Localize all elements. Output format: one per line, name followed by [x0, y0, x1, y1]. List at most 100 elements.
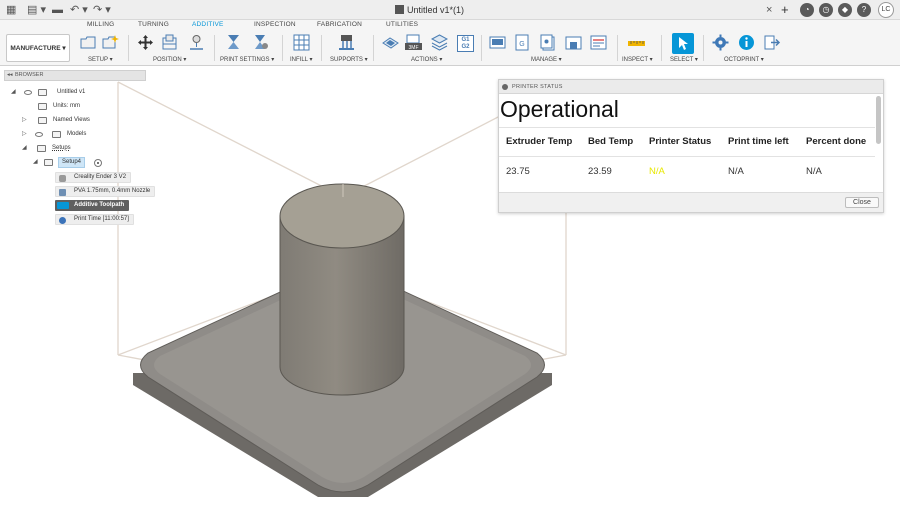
toolpath-label: Additive Toolpath [74, 202, 125, 208]
machine-settings-icon[interactable] [252, 34, 269, 51]
collapse-arrow-icon[interactable]: ◢ [22, 143, 27, 153]
cylinder-top [279, 183, 405, 249]
tab-milling[interactable]: MILLING [87, 20, 114, 30]
document-title: Untitled v1*(1) [407, 5, 465, 15]
cube-icon [395, 5, 404, 14]
print-settings-icon[interactable] [225, 34, 242, 51]
radio-dot [97, 162, 99, 164]
notifications-icon[interactable]: ◆ [838, 3, 852, 17]
expand-arrow-icon[interactable]: ▷ [22, 115, 27, 125]
history-icon[interactable]: ◷ [819, 3, 833, 17]
fusion-app: ▦ ▤ ▾ ▬ ↶ ▾ ↷ ▾ Untitled v1*(1) × + ◔ ◷ … [0, 0, 900, 506]
inspect-group-label[interactable]: INSPECT ▾ [622, 57, 653, 64]
redo-icon[interactable]: ↷ ▾ [93, 3, 111, 17]
tab-turning[interactable]: TURNING [138, 20, 169, 30]
column-header: Extruder Temp [506, 136, 573, 147]
tab-fabrication[interactable]: FABRICATION [317, 20, 362, 30]
collapse-dot-icon[interactable] [502, 84, 508, 90]
tab-utilities[interactable]: UTILITIES [386, 20, 418, 30]
infill-group-label[interactable]: INFILL ▾ [290, 57, 312, 64]
group-divider [282, 35, 283, 61]
tab-inspection[interactable]: INSPECTION [254, 20, 296, 30]
select-button[interactable] [672, 33, 694, 54]
tree-setups[interactable]: Setups [52, 143, 71, 153]
machine-label: Creality Ender 3 V2 [74, 174, 127, 180]
simulate-icon[interactable] [431, 34, 448, 51]
machine-library-icon[interactable] [489, 34, 506, 51]
avatar[interactable]: LC [878, 2, 894, 18]
collapse-arrow-icon[interactable]: ◢ [33, 157, 38, 167]
tree-print-time[interactable]: Print Time [11:00:57] [55, 214, 134, 225]
print-setting-library-icon[interactable] [540, 34, 557, 51]
export-3mf-icon[interactable]: 3MF [405, 34, 422, 51]
collapse-arrow-icon[interactable]: ◢ [11, 87, 16, 97]
gear-icon[interactable] [712, 34, 729, 51]
document-settings-icon [38, 103, 47, 110]
tree-print-setting[interactable]: PVA 1.75mm, 0.4mm Nozzle [55, 186, 156, 197]
clock-icon [59, 216, 66, 224]
open-folder-icon[interactable] [80, 34, 97, 51]
close-tab-icon[interactable]: × [766, 3, 772, 17]
tree-models[interactable]: Models [67, 129, 86, 139]
place-on-platform-icon[interactable] [188, 34, 205, 51]
print-setting-label: PVA 1.75mm, 0.4mm Nozzle [74, 188, 151, 194]
template-library-icon[interactable] [565, 34, 582, 51]
tree-named-views[interactable]: Named Views [53, 115, 90, 125]
generate-icon[interactable] [382, 34, 399, 51]
data-panel-icon[interactable]: ◔ [800, 3, 814, 17]
setup-icon [44, 159, 53, 166]
group-divider [128, 35, 129, 61]
bed-temp-value: 23.59 [588, 166, 612, 177]
undo-icon[interactable]: ↶ ▾ [70, 3, 88, 17]
activate-radio-icon[interactable] [94, 159, 102, 167]
supports-icon[interactable] [338, 34, 355, 51]
measure-icon[interactable] [628, 34, 645, 51]
eye-icon[interactable] [35, 132, 43, 137]
group-divider [321, 35, 322, 61]
post-process-icon[interactable]: G1 G2 [457, 35, 474, 52]
arrange-icon[interactable] [161, 34, 178, 51]
select-group-label[interactable]: SELECT ▾ [670, 57, 698, 64]
post-library-icon[interactable]: G [514, 34, 531, 51]
printer-status-header[interactable]: PRINTER STATUS [499, 80, 883, 94]
tree-machine[interactable]: Creality Ender 3 V2 [55, 172, 132, 183]
scrollbar[interactable] [876, 96, 881, 144]
workspace-switcher[interactable]: MANUFACTURE ▾ [6, 34, 70, 62]
svg-text:G: G [519, 41, 524, 48]
group-divider [481, 35, 482, 61]
app-grid-icon[interactable]: ▦ [6, 3, 16, 17]
move-icon[interactable] [137, 34, 154, 51]
tree-setup4[interactable]: Setup4 [58, 157, 86, 168]
folder-icon [52, 131, 61, 138]
component-icon [38, 89, 47, 96]
tree-units[interactable]: Units: mm [53, 101, 80, 111]
cursor-icon [679, 37, 688, 50]
close-button[interactable]: Close [845, 197, 879, 208]
new-tab-icon[interactable]: + [781, 3, 789, 17]
supports-group-label[interactable]: SUPPORTS ▾ [330, 57, 368, 64]
setup-group-label[interactable]: SETUP ▾ [88, 57, 113, 64]
manage-group-label[interactable]: MANAGE ▾ [531, 57, 562, 64]
info-icon[interactable] [738, 34, 755, 51]
save-icon[interactable]: ▬ [52, 3, 63, 17]
infill-icon[interactable] [293, 34, 310, 51]
tree-toolpath[interactable]: Additive Toolpath [55, 200, 130, 211]
group-divider [214, 35, 215, 61]
actions-group-label[interactable]: ACTIONS ▾ [411, 57, 442, 64]
octoprint-group-label[interactable]: OCTOPRINT ▾ [724, 57, 764, 64]
tree-root[interactable]: Untitled v1 [57, 87, 85, 97]
browser-header[interactable]: ◂◂ BROWSER [4, 70, 146, 81]
new-setup-icon[interactable] [102, 34, 119, 51]
eye-icon[interactable] [24, 90, 32, 95]
expand-arrow-icon[interactable]: ▷ [22, 129, 27, 139]
file-menu-icon[interactable]: ▤ ▾ [27, 3, 46, 17]
printer-status-value: N/A [649, 166, 665, 177]
collapse-icon[interactable]: ◂◂ [7, 71, 13, 80]
task-manager-icon[interactable] [590, 34, 607, 51]
print-settings-group-label[interactable]: PRINT SETTINGS ▾ [220, 57, 274, 64]
toolpath-icon [57, 202, 69, 209]
send-to-printer-icon[interactable] [764, 34, 781, 51]
document-tab[interactable]: Untitled v1*(1) [395, 3, 464, 17]
help-icon[interactable]: ? [857, 3, 871, 17]
position-group-label[interactable]: POSITION ▾ [153, 57, 186, 64]
